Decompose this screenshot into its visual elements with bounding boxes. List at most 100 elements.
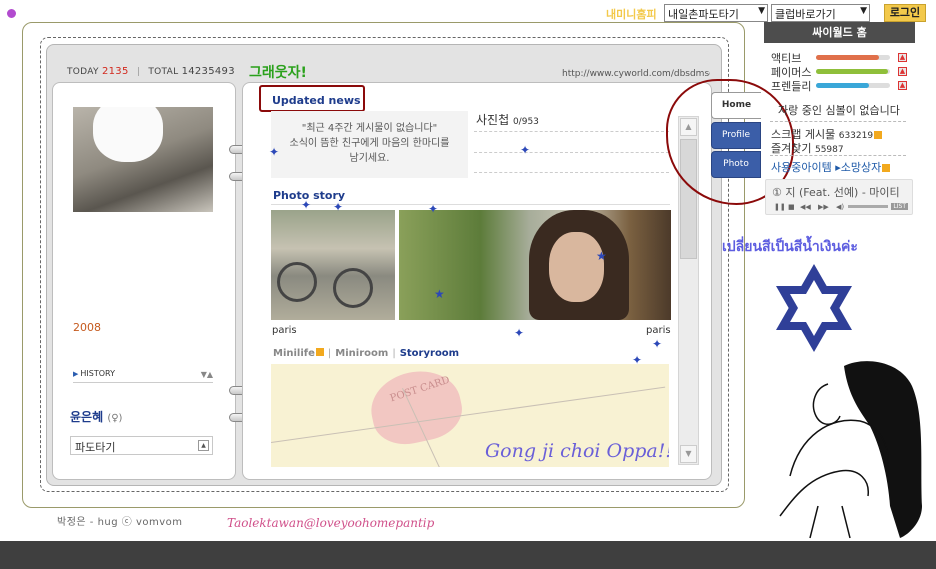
wave-ride-dropdown[interactable]: 내일촌파도타기 ▼ [664,4,768,22]
volume-slider[interactable] [848,205,888,208]
stat-bar [816,83,890,88]
chevron-down-icon: ▼ [758,6,765,16]
pause-icon[interactable]: ❚❚ [774,203,786,211]
today-count: 2135 [101,66,129,77]
chevron-down-icon: ▼ [860,6,867,16]
stop-icon[interactable]: ■ [788,203,795,211]
bgm-player: ① 지 (Feat. 선예) - 마이티 ❚❚ ■ ◀◀ ▶▶ ◀) LIST [765,179,913,215]
news-empty-box: "최근 4주간 게시물이 없습니다" 소식이 뜸한 친구에게 마음의 한마디를 … [271,111,468,178]
history-label: HISTORY [80,369,115,378]
sparkle-icon: ✦ [514,326,525,340]
stat-bar [816,55,890,60]
divider [474,152,669,153]
star-icon: ★ [434,287,445,301]
news-empty-line: 소식이 뜸한 친구에게 마음의 한마디를 [289,138,450,149]
star-of-david-icon [776,264,852,352]
sparkle-icon: ✦ [428,202,439,216]
news-empty-line: "최근 4주간 게시물이 없습니다" [301,123,438,134]
wave-ride-select[interactable]: 파도타기 ▲ [70,436,213,455]
volume-icon: ◀) [836,203,845,211]
scrap-count: 633219 [838,131,874,141]
user-name-text: 윤은혜 [70,410,104,424]
storyroom-postcard: POST CARD Gong ji choi Oppa!! [271,364,669,467]
total-count: 14235493 [181,66,235,77]
no-symbol-text: 자랑 중인 심볼이 없습니다 [778,104,900,117]
new-badge-icon [874,131,883,139]
next-icon[interactable]: ▶▶ [818,203,829,211]
my-minihome-link[interactable]: 내미니홈피 [606,6,657,22]
divider [271,204,670,205]
watermark-text: Taolektawan@loveyoohomepantip [227,516,435,530]
club-shortcut-value: 클럽바로가기 [775,8,836,21]
sparkle-icon: ✦ [333,200,344,214]
photo-album-link[interactable]: 사진첩 0/953 [476,111,539,128]
overlay-thai-text: เปลี่ยนสีเป็นสีน้ำเงินค่ะ [722,239,858,255]
visitor-counter: TODAY 2135 | TOTAL 14235493 [67,66,235,77]
tab-separator: | [392,348,396,359]
club-shortcut-dropdown[interactable]: 클럽바로가기 ▼ [771,4,870,22]
scroll-down-icon[interactable]: ▼ [680,445,697,463]
sparkle-icon: ✦ [301,198,312,212]
minihome-url[interactable]: http://www.cyworld.com/dbsdmsgp [562,69,710,79]
item-wishbox-label: 사용중아이템 ▸소망상자 [771,161,882,174]
photo-album-count: 0/953 [512,117,539,127]
profile-year: 2008 [73,321,101,334]
stat-bar [816,69,890,74]
bottom-bar [0,541,936,569]
tab-separator: | [327,348,332,359]
new-badge-icon [315,348,324,356]
gender-badge: (♀) [107,413,123,424]
heart-shape [364,364,468,451]
story-photo-portrait[interactable] [399,210,671,320]
divider [474,172,669,173]
history-toggle[interactable]: ▶ HISTORY ▼▲ [73,369,213,383]
ad-bullet-icon [6,8,17,19]
user-name: 윤은혜 (♀) [70,408,122,425]
footer-credit: 박정은 - hug ⓒ vomvom [57,517,183,528]
login-button[interactable]: 로그인 [884,4,926,22]
total-label: TOTAL [148,67,179,77]
sparkle-icon: ✦ [269,145,280,159]
photo-caption: paris [272,325,297,336]
divider [770,121,906,122]
story-photo-bicycle[interactable] [271,210,395,320]
photo-caption: paris [646,325,671,336]
divider [474,131,669,132]
item-wishbox-link[interactable]: 사용중아이템 ▸소망상자 [771,159,891,175]
wave-ride-dropdown-value: 내일촌파도타기 [668,8,739,21]
tab-minilife[interactable]: Minilife [273,348,324,359]
postcard-message: Gong ji choi Oppa!! [485,440,669,462]
photo-album-label[interactable]: 사진첩 [476,113,509,127]
favorites-count: 55987 [814,145,844,155]
new-badge-icon [882,164,891,172]
tab-miniroom[interactable]: Miniroom [335,348,388,359]
favorites-row[interactable]: 즐겨찾기 55987 [771,140,844,156]
tab-minilife-label: Minilife [273,348,315,359]
sparkle-icon: ✦ [520,143,531,157]
prev-icon[interactable]: ◀◀ [800,203,811,211]
triangle-right-icon: ▶ [73,370,79,378]
arrow-up-icon[interactable]: ▲ [898,67,907,76]
wave-ride-label: 파도타기 [75,441,116,454]
room-tabs: Minilife | Miniroom | Storyroom [273,348,459,359]
wedding-ad-link[interactable]: 아이웨딩에서 시작하는 똑똑한 결혼준비 [6,6,204,22]
news-empty-line: 남기세요. [349,153,390,164]
wedding-ad-text: 아이웨딩에서 시작하는 똑똑한 결혼준비 [21,8,204,21]
sparkle-icon: ✦ [652,337,663,351]
select-arrow-icon[interactable]: ▲ [198,440,209,451]
expand-arrows-icon[interactable]: ▼▲ [201,370,213,379]
sparkle-icon: ✦ [632,353,643,367]
tab-storyroom[interactable]: Storyroom [400,348,459,359]
arrow-up-icon[interactable]: ▲ [898,81,907,90]
profile-photo [73,107,213,212]
playlist-button[interactable]: LIST [891,203,908,210]
today-label: TODAY [67,67,99,77]
star-icon: ★ [596,249,607,263]
updated-news-title: Updated news [272,94,361,107]
favorites-label: 즐겨찾기 [771,142,812,155]
minihome-title: 그래웃자! [249,65,307,81]
stat-label: 프렌들리 [771,80,812,93]
cyworld-home-header[interactable]: 싸이월드 홈 [764,22,915,43]
arrow-up-icon[interactable]: ▲ [898,53,907,62]
song-title: ① 지 (Feat. 선예) - 마이티 [772,186,900,199]
